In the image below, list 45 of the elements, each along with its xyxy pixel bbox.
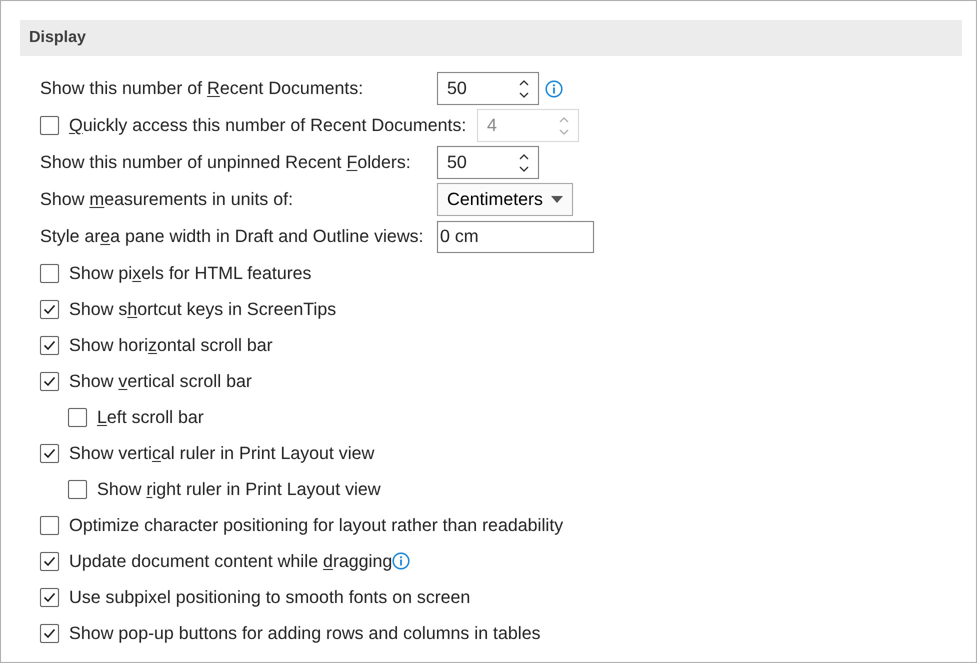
units-dropdown[interactable]: Centimeters bbox=[437, 183, 573, 216]
checkmark-icon bbox=[43, 376, 56, 386]
checkmark-icon bbox=[43, 448, 56, 458]
checkbox[interactable] bbox=[40, 624, 59, 642]
checkbox-label: Show shortcut keys in ScreenTips bbox=[69, 298, 336, 321]
checkbox-label: Show vertical scroll bar bbox=[69, 370, 252, 393]
checkbox-label: Quickly access this number of Recent Documents: bbox=[69, 114, 466, 138]
width-input[interactable]: 0 cm bbox=[437, 220, 594, 252]
setting-label: Show measurements in units of: bbox=[40, 188, 294, 212]
checkbox[interactable] bbox=[68, 408, 87, 426]
checkbox[interactable] bbox=[40, 516, 59, 534]
checkmark-icon bbox=[43, 628, 56, 638]
checkbox-label: Optimize character positioning for layout rather than readability bbox=[69, 514, 564, 537]
checkbox[interactable] bbox=[40, 552, 59, 570]
checkbox-label: Update document content while dragging bbox=[69, 550, 392, 573]
checkbox-label: Show right ruler in Print Layout view bbox=[97, 478, 381, 501]
checkbox[interactable] bbox=[68, 480, 87, 498]
checkmark-icon bbox=[43, 304, 56, 314]
caret-icon bbox=[551, 196, 563, 203]
checkbox[interactable] bbox=[40, 336, 59, 354]
spinner-value: 50 bbox=[447, 77, 467, 100]
checkbox-label: Use subpixel positioning to smooth fonts on screen bbox=[69, 586, 470, 609]
checkbox[interactable] bbox=[40, 588, 59, 606]
section-header: Display bbox=[20, 20, 962, 56]
spinner-value: 4 bbox=[487, 114, 497, 138]
setting-label: Show this number of unpinned Recent Folders: bbox=[40, 151, 411, 174]
setting-label: Show this number of Recent Documents: bbox=[40, 77, 364, 100]
setting-label: Style area pane width in Draft and Outline views: bbox=[40, 225, 424, 248]
checkbox[interactable] bbox=[40, 444, 59, 462]
info-icon[interactable] bbox=[545, 80, 563, 98]
checkbox-label: Show horizontal scroll bar bbox=[69, 334, 273, 357]
number-spinner[interactable]: 50 bbox=[437, 146, 539, 179]
checkmark-icon bbox=[43, 592, 56, 602]
checkbox[interactable] bbox=[40, 264, 59, 282]
checkmark-icon bbox=[43, 556, 56, 566]
number-spinner[interactable]: 50 bbox=[437, 72, 539, 105]
checkbox-label: Left scroll bar bbox=[97, 406, 204, 429]
checkbox-label: Show vertical ruler in Print Layout view bbox=[69, 442, 374, 465]
checkbox[interactable] bbox=[40, 372, 59, 390]
checkbox-label: Show pop-up buttons for adding rows and columns in tables bbox=[69, 622, 540, 645]
checkbox[interactable] bbox=[40, 300, 59, 318]
info-icon[interactable] bbox=[392, 552, 410, 570]
checkbox-label: Show pixels for HTML features bbox=[69, 262, 312, 285]
spinner-value: 50 bbox=[447, 151, 467, 174]
checkmark-icon bbox=[43, 340, 56, 350]
